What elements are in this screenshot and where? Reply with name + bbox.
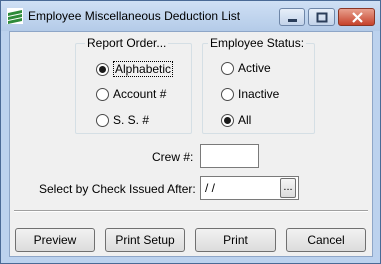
print-button[interactable]: Print (195, 228, 276, 252)
window-title: Employee Miscellaneous Deduction List (28, 9, 241, 23)
close-icon (352, 12, 363, 23)
radio-indicator (221, 87, 234, 101)
radio-inactive[interactable]: Inactive (221, 87, 279, 101)
radio-all[interactable]: All (221, 113, 251, 127)
radio-indicator (96, 87, 109, 101)
report-order-group: Report Order... Alphabetic Account # S. … (75, 36, 192, 134)
radio-indicator (221, 113, 234, 127)
date-browse-button[interactable]: ... (280, 178, 296, 198)
radio-indicator (96, 62, 109, 76)
crew-label: Crew #: (152, 150, 194, 164)
radio-label: Active (238, 61, 271, 75)
minimize-button[interactable] (279, 8, 305, 26)
minimize-icon (288, 19, 297, 22)
radio-label: S. S. # (113, 113, 150, 127)
radio-indicator (96, 113, 109, 127)
radio-label: All (238, 113, 252, 127)
title-bar[interactable]: Employee Miscellaneous Deduction List (1, 1, 380, 31)
employee-status-group: Employee Status: Active Inactive All (202, 36, 315, 134)
radio-label: Inactive (238, 87, 280, 101)
dialog-window: Employee Miscellaneous Deduction List Re… (0, 0, 381, 264)
radio-alphabetic[interactable]: Alphabetic (96, 61, 174, 77)
report-order-label: Report Order... (85, 36, 169, 50)
radio-label: Account # (113, 87, 167, 101)
radio-ssn[interactable]: S. S. # (96, 113, 149, 127)
divider (14, 210, 368, 212)
radio-indicator (221, 61, 234, 75)
crew-input[interactable] (200, 144, 259, 168)
app-icon (7, 8, 23, 24)
radio-account[interactable]: Account # (96, 87, 166, 101)
preview-button[interactable]: Preview (15, 228, 95, 252)
cancel-button[interactable]: Cancel (286, 228, 366, 252)
dialog-body: Report Order... Alphabetic Account # S. … (9, 31, 373, 257)
radio-label: Alphabetic (113, 61, 174, 77)
close-button[interactable] (338, 8, 375, 26)
print-setup-button[interactable]: Print Setup (105, 228, 185, 252)
maximize-icon (316, 12, 328, 23)
radio-active[interactable]: Active (221, 61, 271, 75)
check-issued-label: Select by Check Issued After: (39, 182, 196, 196)
employee-status-label: Employee Status: (208, 36, 307, 50)
maximize-button[interactable] (308, 8, 335, 26)
